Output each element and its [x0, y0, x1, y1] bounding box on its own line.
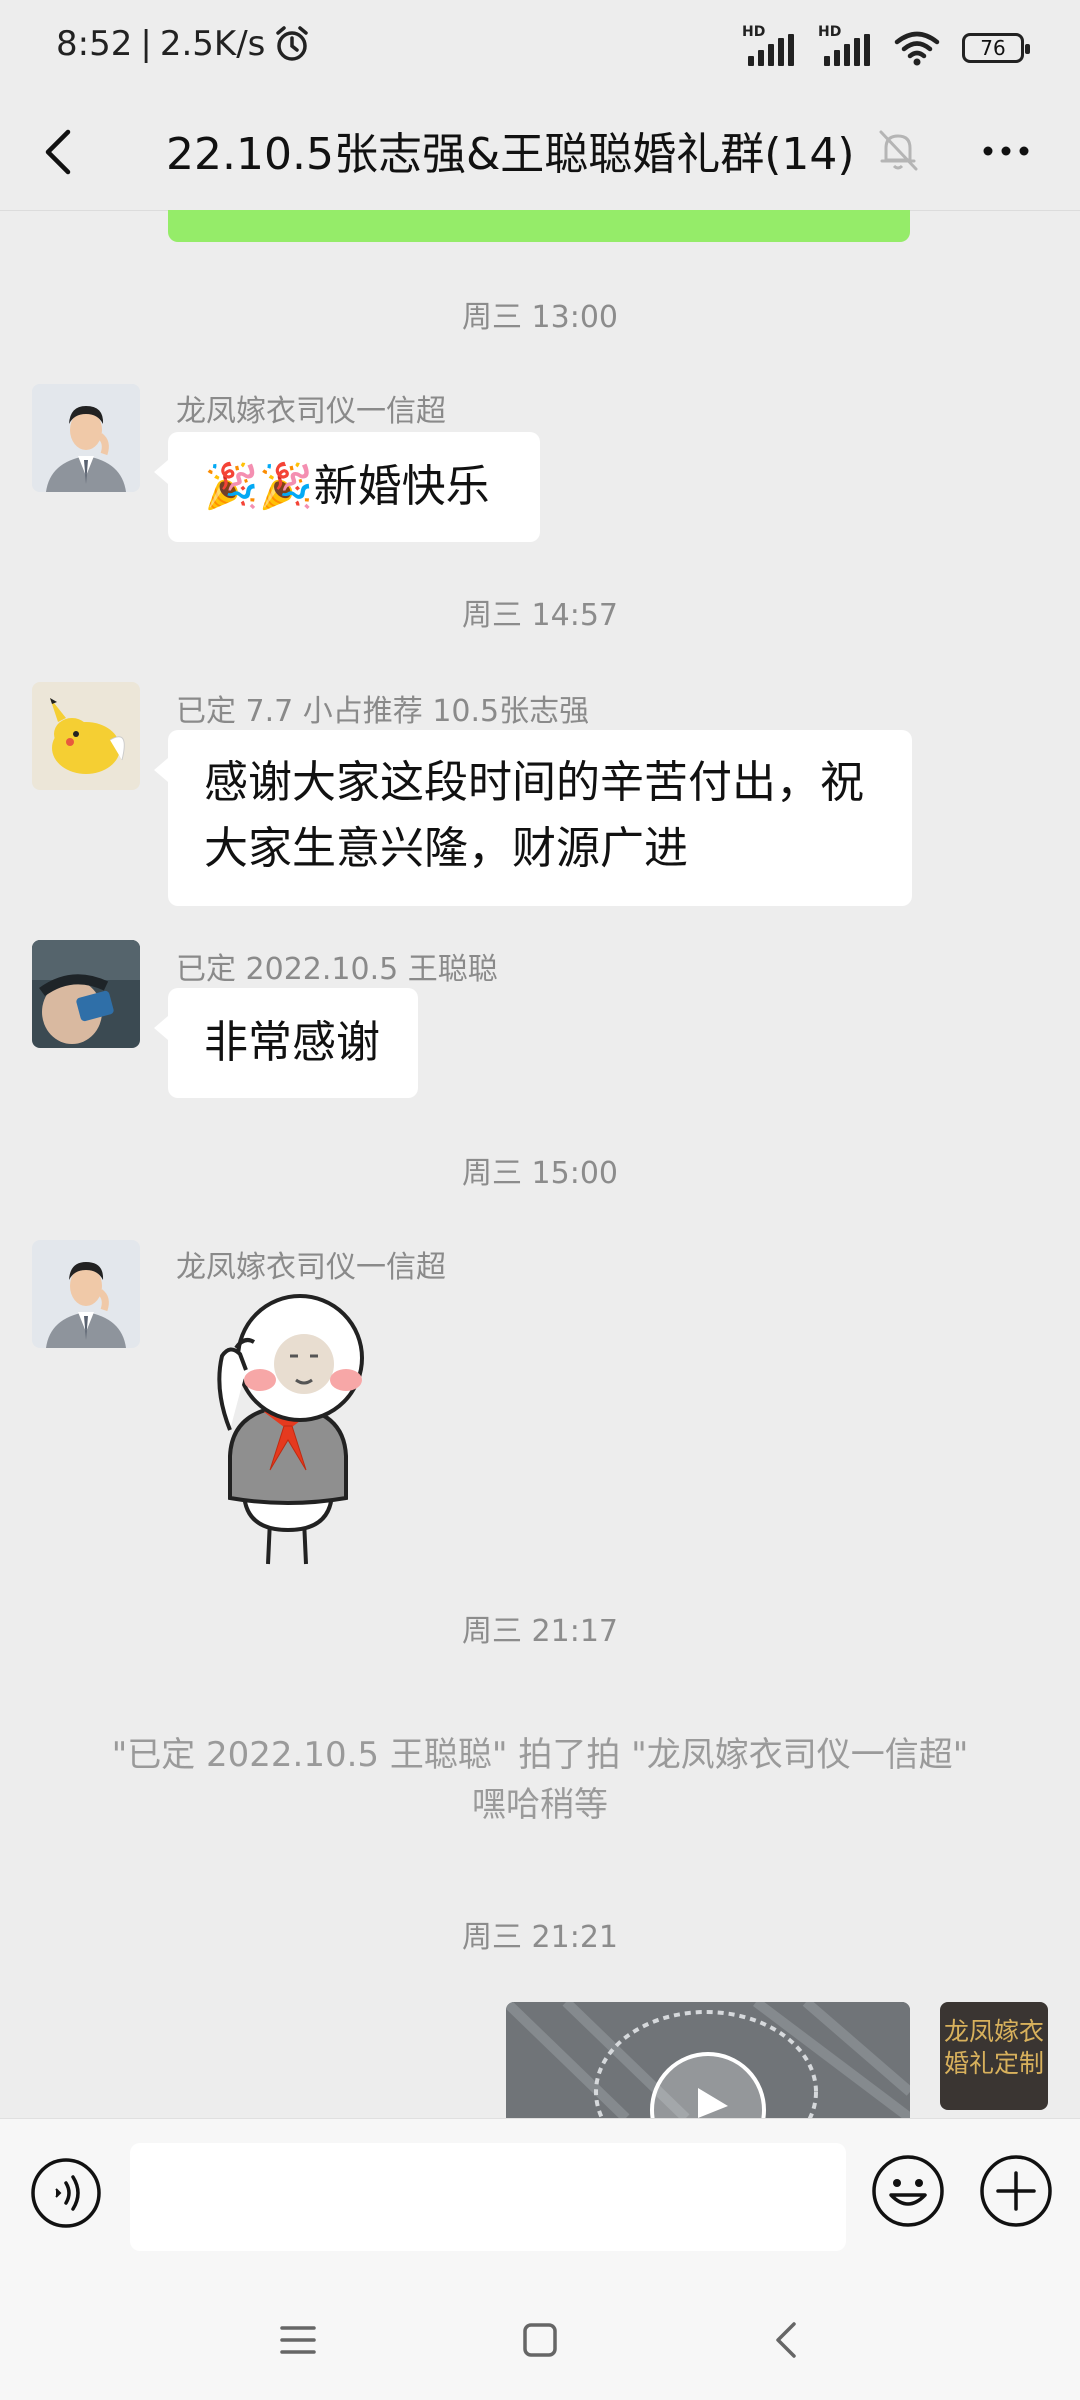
system-nav-bar	[0, 2280, 1080, 2400]
signal-icon-1: HD	[742, 24, 796, 68]
battery-level: 76	[980, 36, 1006, 60]
message-bubble[interactable]: 🎉🎉新婚快乐	[154, 432, 540, 542]
status-left: 8:52 | 2.5K/s	[56, 24, 311, 64]
input-bar	[0, 2118, 1080, 2281]
message-input[interactable]	[130, 2143, 846, 2251]
chat-area[interactable]: 周三 13:00 龙凤嫁衣司仪一信超 🎉🎉新婚快乐 周三 14:57 已定 7.…	[0, 210, 1080, 2118]
timestamp: 周三 21:21	[462, 1920, 618, 1955]
timestamp: 周三 15:00	[462, 1156, 618, 1191]
sender-name: 已定 2022.10.5 王聪聪	[176, 952, 498, 987]
avatar[interactable]	[32, 1240, 140, 1348]
avatar[interactable]	[32, 940, 140, 1048]
network-speed: 2.5K/s	[159, 24, 266, 64]
status-time: 8:52	[56, 24, 133, 64]
video-message-thumbnail[interactable]	[506, 2002, 910, 2118]
sender-name: 已定 7.7 小占推荐 10.5张志强	[176, 694, 590, 729]
avatar[interactable]	[32, 384, 140, 492]
more-options-icon[interactable]	[976, 126, 1036, 176]
plus-icon[interactable]	[978, 2153, 1054, 2229]
emoji-icon[interactable]	[870, 2153, 946, 2229]
nav-back-icon[interactable]	[756, 2308, 820, 2372]
menu-icon[interactable]	[266, 2308, 330, 2372]
message-bubble[interactable]: 非常感谢	[154, 988, 418, 1098]
chat-title: 22.10.5张志强&王聪聪婚礼群(14)	[166, 129, 855, 180]
voice-input-icon[interactable]	[30, 2157, 102, 2229]
logo-text: 龙凤嫁衣 婚礼定制	[940, 2016, 1048, 2080]
status-right: HD HD 76	[742, 24, 1030, 68]
status-bar: 8:52 | 2.5K/s HD HD 76	[0, 0, 1080, 96]
sender-name: 龙凤嫁衣司仪一信超	[176, 394, 446, 429]
mute-bell-icon	[879, 130, 918, 171]
alarm-icon	[276, 26, 309, 61]
salute-sticker[interactable]	[200, 1280, 430, 1570]
back-icon[interactable]	[28, 120, 92, 184]
battery-indicator: 76	[962, 33, 1030, 63]
self-avatar[interactable]: 龙凤嫁衣 婚礼定制	[940, 2002, 1048, 2110]
self-message-bubble-partial[interactable]	[168, 210, 910, 242]
signal-icon-2: HD	[818, 24, 872, 68]
home-icon[interactable]	[508, 2308, 572, 2372]
logo-line-1: 龙凤嫁衣	[943, 2017, 1044, 2046]
timestamp: 周三 13:00	[462, 300, 618, 335]
timestamp: 周三 21:17	[462, 1614, 618, 1649]
title-bar: 22.10.5张志强&王聪聪婚礼群(14)	[0, 96, 1080, 211]
pat-notification: "已定 2022.10.5 王聪聪" 拍了拍 "龙凤嫁衣司仪一信超" 嘿哈稍等	[111, 1735, 969, 1825]
message-bubble[interactable]: 感谢大家这段时间的辛苦付出，祝大家生意兴隆，财源广进	[154, 730, 912, 906]
avatar[interactable]	[32, 682, 140, 790]
wifi-icon	[894, 31, 940, 66]
logo-line-2: 婚礼定制	[943, 2049, 1044, 2078]
timestamp: 周三 14:57	[462, 598, 618, 633]
status-divider: |	[140, 24, 152, 64]
